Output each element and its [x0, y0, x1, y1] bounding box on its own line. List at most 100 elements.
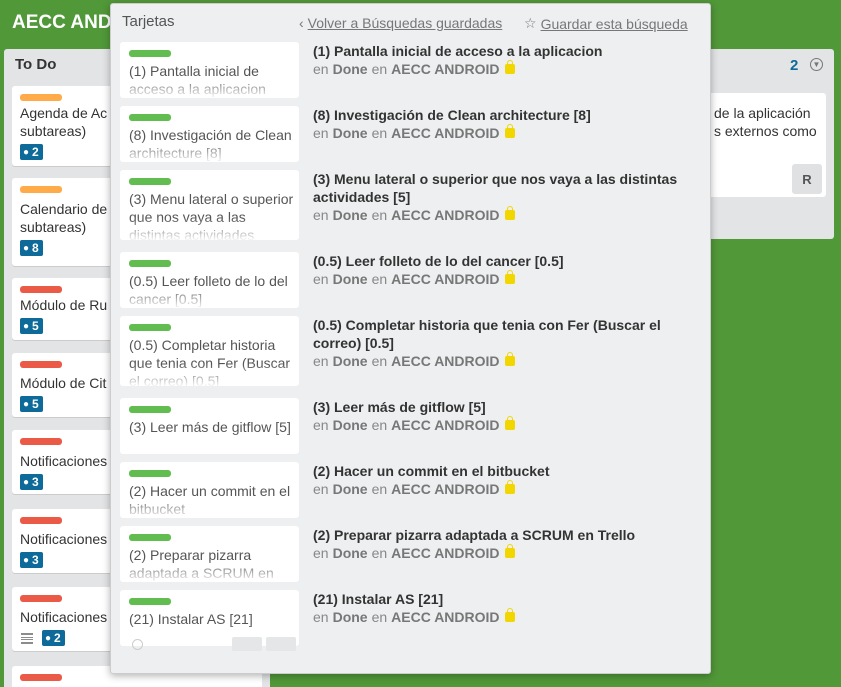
result-card-preview[interactable]: (0.5) Leer folleto de lo del cancer [0.5… — [120, 252, 299, 308]
result-title-link[interactable]: (8) Investigación de Clean architecture … — [313, 106, 703, 124]
card-label — [129, 598, 171, 605]
in-word: en — [371, 207, 388, 223]
list-name: Done — [332, 125, 368, 141]
in-word: en — [371, 353, 388, 369]
result-card-preview[interactable]: (8) Investigación de Clean architecture … — [120, 106, 299, 162]
result-title-link[interactable]: (0.5) Completar historia que tenia con F… — [313, 316, 703, 352]
board-name-link[interactable]: AECC ANDROID — [391, 352, 499, 370]
card-label — [20, 595, 62, 602]
result-title-link[interactable]: (2) Preparar pizarra adaptada a SCRUM en… — [313, 526, 703, 544]
chevron-left-icon: ‹ — [299, 15, 304, 31]
board-name-link[interactable]: AECC ANDROID — [391, 206, 499, 224]
in-word: en — [313, 271, 329, 287]
result-location: en Done en AECC ANDROID — [313, 60, 703, 78]
in-word: en — [371, 125, 388, 141]
lock-icon — [504, 206, 515, 220]
board-name-link[interactable]: AECC ANDROID — [391, 270, 499, 288]
result-card-preview[interactable]: (1) Pantalla inicial de acceso a la apli… — [120, 42, 299, 98]
result-title-link[interactable]: (3) Menu lateral o superior que nos vaya… — [313, 170, 703, 206]
card-title-line: de la aplicación — [714, 105, 811, 121]
board-name-link[interactable]: AECC ANDROID — [391, 608, 499, 626]
checklist-icon: ● — [23, 476, 30, 488]
result-title-link[interactable]: (21) Instalar AS [21] — [313, 590, 703, 608]
card-label — [129, 406, 171, 413]
card-label — [129, 50, 171, 57]
result-details: (3) Leer más de gitflow [5] en Done en AECC … — [313, 398, 703, 434]
list-card[interactable]: de la aplicación s externos como R — [700, 93, 826, 197]
lock-icon — [504, 270, 515, 284]
card-label — [20, 674, 62, 681]
checklist-badge: ● 2 — [42, 630, 65, 646]
in-word: en — [313, 125, 329, 141]
board-name-link[interactable]: AECC ANDROID — [391, 544, 499, 562]
result-details: (2) Hacer un commit en el bitbucket en Don… — [313, 462, 703, 498]
list-name: Done — [332, 271, 368, 287]
in-word: en — [371, 481, 388, 497]
result-card-preview[interactable]: (3) Leer más de gitflow [5] — [120, 398, 299, 454]
result-location: en Done en AECC ANDROID — [313, 206, 703, 224]
result-details: (8) Investigación de Clean architecture … — [313, 106, 703, 142]
result-details: (21) Instalar AS [21] en Done en AECC ANDROI… — [313, 590, 703, 626]
in-word: en — [313, 207, 329, 223]
card-title-line: Notificaciones — [20, 531, 108, 547]
checklist-icon: ● — [23, 320, 30, 332]
card-title-line: Notificaciones — [20, 609, 108, 625]
badge-count: 2 — [54, 631, 61, 645]
lock-icon — [504, 124, 515, 138]
card-label — [129, 470, 171, 477]
list-title[interactable]: To Do — [15, 56, 56, 73]
badge-count: 5 — [32, 319, 39, 333]
checklist-icon: ● — [23, 242, 30, 254]
card-count: 2 — [790, 57, 799, 74]
ghost-circle — [132, 639, 143, 650]
card-title-line: Calendario de — [20, 201, 108, 217]
card-label — [20, 286, 62, 293]
lock-icon — [504, 480, 515, 494]
checklist-badge: ● 5 — [20, 396, 43, 412]
card-label — [20, 438, 62, 445]
card-title-line: subtareas) — [20, 219, 87, 235]
lock-icon — [504, 608, 515, 622]
list-name: Done — [332, 609, 368, 625]
done-list: 2 ▼ de la aplicación s externos como R — [700, 49, 834, 239]
result-card-preview[interactable]: (3) Menu lateral o superior que nos vaya… — [120, 170, 299, 240]
card-label — [129, 178, 171, 185]
list-name: Done — [332, 61, 368, 77]
save-search-link[interactable]: ☆ Guardar esta búsqueda — [524, 15, 688, 32]
list-name: Done — [332, 207, 368, 223]
card-title-line: s externos como — [714, 123, 817, 139]
result-title-link[interactable]: (1) Pantalla inicial de acceso a la apli… — [313, 42, 703, 60]
board-name-link[interactable]: AECC ANDROID — [391, 416, 499, 434]
description-icon — [21, 633, 33, 644]
list-name: Done — [332, 417, 368, 433]
card-label — [129, 260, 171, 267]
checklist-icon: ● — [23, 554, 30, 566]
ghost-badge — [232, 637, 262, 651]
in-word: en — [371, 545, 388, 561]
avatar[interactable]: R — [792, 164, 822, 194]
result-title-link[interactable]: (3) Leer más de gitflow [5] — [313, 398, 703, 416]
result-card-preview[interactable]: (2) Preparar pizarra adaptada a SCRUM en… — [120, 526, 299, 582]
checklist-badge: ● 2 — [20, 144, 43, 160]
result-card-preview[interactable]: (0.5) Completar historia que tenia con F… — [120, 316, 299, 386]
ghost-badge — [266, 637, 296, 651]
result-card-preview[interactable]: (2) Hacer un commit en el bitbucket — [120, 462, 299, 518]
chevron-down-icon[interactable]: ▼ — [810, 58, 823, 71]
in-word: en — [371, 271, 388, 287]
result-title-link[interactable]: (0.5) Leer folleto de lo del cancer [0.5… — [313, 252, 703, 270]
card-title-line: Módulo de Ru — [20, 297, 108, 313]
in-word: en — [371, 609, 388, 625]
result-title-link[interactable]: (2) Hacer un commit en el bitbucket — [313, 462, 703, 480]
result-location: en Done en AECC ANDROID — [313, 270, 703, 288]
checklist-icon: ● — [23, 146, 30, 158]
board-name-link[interactable]: AECC ANDROID — [391, 480, 499, 498]
board-name-link[interactable]: AECC ANDROID — [391, 124, 499, 142]
fade-overlay — [120, 560, 299, 582]
result-location: en Done en AECC ANDROID — [313, 608, 703, 626]
badge-count: 8 — [32, 241, 39, 255]
board-name-link[interactable]: AECC ANDROID — [391, 60, 499, 78]
checklist-icon: ● — [45, 632, 52, 644]
in-word: en — [371, 61, 388, 77]
back-to-saved-searches-link[interactable]: ‹ Volver a Búsquedas guardadas — [299, 15, 502, 31]
badge-count: 3 — [32, 475, 39, 489]
